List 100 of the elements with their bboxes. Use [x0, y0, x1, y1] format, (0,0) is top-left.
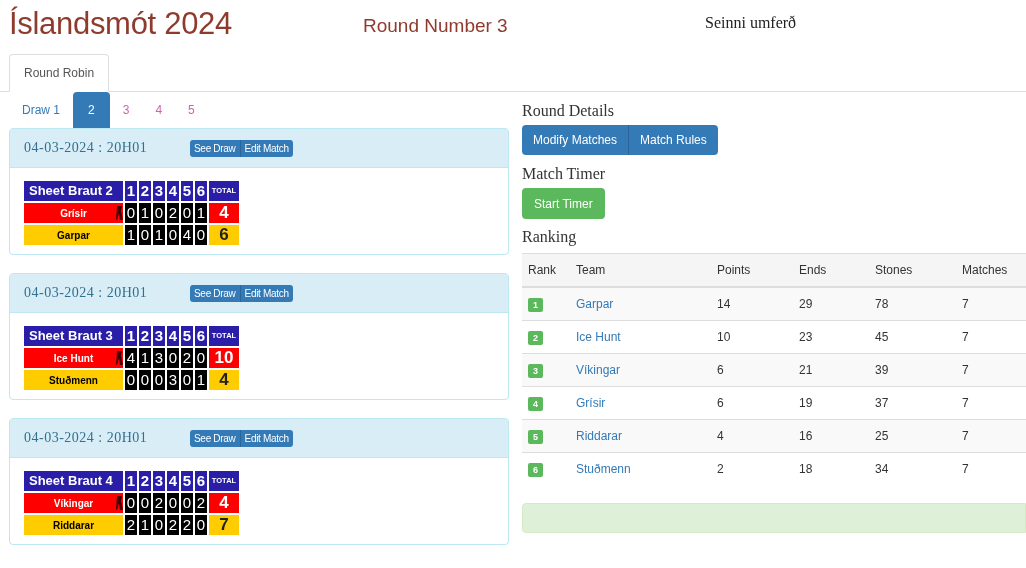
- table-cell: 7: [962, 396, 969, 410]
- table-cell: 2: [717, 462, 724, 476]
- end-number: 4: [167, 471, 179, 491]
- match-datetime: 04-03-2024 : 20H01: [24, 140, 149, 156]
- table-cell: 29: [799, 297, 813, 311]
- table-cell: 25: [875, 429, 889, 443]
- end-number: 1: [125, 181, 137, 201]
- total-score: 10: [209, 348, 239, 368]
- draw-tab[interactable]: 4: [142, 92, 176, 128]
- total-score: 7: [209, 515, 239, 535]
- team-link[interactable]: Víkingar: [576, 363, 621, 377]
- sheet-label: Sheet Braut 3: [24, 326, 123, 346]
- column-header: Team: [576, 263, 606, 277]
- table-cell: 7: [962, 429, 969, 443]
- team-link[interactable]: Ice Hunt: [576, 330, 621, 344]
- match-button[interactable]: See Draw: [190, 284, 241, 302]
- end-number: 2: [139, 326, 151, 346]
- end-score: 0: [153, 370, 165, 390]
- match-datetime: 04-03-2024 : 20H01: [24, 285, 149, 301]
- end-number: 3: [153, 326, 165, 346]
- end-number: 1: [125, 326, 137, 346]
- round-subtitle: Seinni umferð: [705, 14, 797, 32]
- table-cell: 7: [962, 363, 969, 377]
- table-cell: 45: [875, 330, 889, 344]
- end-score: 1: [139, 515, 151, 535]
- team-link[interactable]: Grísir: [576, 396, 606, 410]
- round-button[interactable]: Match Rules: [629, 125, 718, 155]
- end-number: 3: [153, 181, 165, 201]
- table-cell: 16: [799, 429, 813, 443]
- page-title: Íslandsmót 2024: [9, 6, 233, 42]
- rank-badge: 6: [528, 462, 543, 477]
- team-link[interactable]: Stuðmenn: [576, 462, 631, 476]
- table-cell: 4: [717, 429, 724, 443]
- match-datetime: 04-03-2024 : 20H01: [24, 430, 149, 446]
- draw-tab[interactable]: Draw 1: [9, 92, 73, 128]
- section-heading: Ranking: [522, 227, 578, 248]
- column-header: Points: [717, 263, 751, 277]
- end-score: 1: [125, 225, 137, 245]
- end-score: 4: [125, 348, 137, 368]
- round-button[interactable]: Modify Matches: [522, 125, 630, 155]
- end-number: 4: [167, 326, 179, 346]
- team-name: Ice Hunt: [24, 348, 123, 368]
- end-score: 0: [167, 348, 179, 368]
- end-number: 1: [125, 471, 137, 491]
- total-score: 4: [209, 370, 239, 390]
- match-button[interactable]: See Draw: [190, 429, 241, 447]
- column-header: Stones: [875, 263, 913, 277]
- table-cell: 78: [875, 297, 889, 311]
- end-score: 2: [153, 493, 165, 513]
- rank-badge: 3: [528, 363, 543, 378]
- draw-tab[interactable]: 2: [73, 92, 110, 128]
- match-button[interactable]: Edit Match: [240, 429, 293, 447]
- end-score: 0: [139, 493, 151, 513]
- end-score: 0: [195, 225, 207, 245]
- team-link[interactable]: Riddarar: [576, 429, 623, 443]
- rank-badge: 1: [528, 297, 543, 312]
- draw-tab[interactable]: 3: [109, 92, 143, 128]
- total-score: 4: [209, 493, 239, 513]
- table-cell: 10: [717, 330, 731, 344]
- end-number: 2: [139, 181, 151, 201]
- end-score: 3: [167, 370, 179, 390]
- table-cell: 7: [962, 297, 969, 311]
- end-score: 0: [153, 203, 165, 223]
- table-cell: 14: [717, 297, 731, 311]
- end-score: 2: [181, 348, 193, 368]
- end-score: 0: [125, 203, 137, 223]
- match-button[interactable]: See Draw: [190, 139, 241, 157]
- table-cell: 21: [799, 363, 813, 377]
- team-name: Víkingar: [24, 493, 123, 513]
- end-score: 1: [195, 370, 207, 390]
- start-timer-button[interactable]: Start Timer: [522, 188, 605, 219]
- end-score: 0: [139, 225, 151, 245]
- end-number: 6: [195, 326, 207, 346]
- table-cell: 6: [717, 363, 724, 377]
- table-cell: 23: [799, 330, 813, 344]
- team-link[interactable]: Garpar: [576, 297, 614, 311]
- table-cell: 7: [962, 330, 969, 344]
- end-number: 6: [195, 471, 207, 491]
- end-score: 3: [153, 348, 165, 368]
- end-score: 1: [153, 225, 165, 245]
- match-button[interactable]: Edit Match: [240, 284, 293, 302]
- column-header: Matches: [962, 263, 1008, 277]
- end-score: 0: [195, 348, 207, 368]
- tab[interactable]: Round Robin: [9, 54, 110, 92]
- sheet-label: Sheet Braut 4: [24, 471, 123, 491]
- end-score: 2: [125, 515, 137, 535]
- end-number: 3: [153, 471, 165, 491]
- end-score: 1: [139, 203, 151, 223]
- end-score: 0: [195, 515, 207, 535]
- end-score: 4: [181, 225, 193, 245]
- sheet-label: Sheet Braut 2: [24, 181, 123, 201]
- end-score: 0: [181, 370, 193, 390]
- end-score: 0: [181, 203, 193, 223]
- total-score: 6: [209, 225, 239, 245]
- end-score: 2: [181, 515, 193, 535]
- team-name: Garpar: [24, 225, 123, 245]
- end-number: 5: [181, 326, 193, 346]
- draw-tab[interactable]: 5: [175, 92, 208, 128]
- match-button[interactable]: Edit Match: [240, 139, 293, 157]
- table-cell: 7: [962, 462, 969, 476]
